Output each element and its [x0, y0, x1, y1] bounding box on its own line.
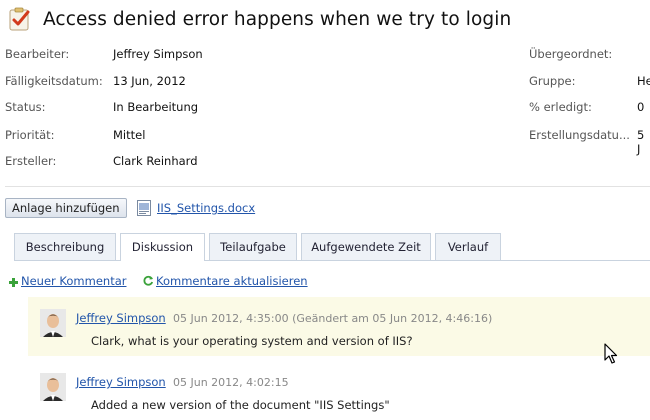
- priority-label: Priorität:: [5, 128, 55, 142]
- comment-timestamp: 05 Jun 2012, 4:35:00 (Geändert am 05 Jun…: [173, 312, 493, 325]
- status-value: In Bearbeitung: [113, 100, 199, 114]
- refresh-comments-link[interactable]: Kommentare aktualisieren: [156, 274, 308, 288]
- due-date-label: Fälligkeitsdatum:: [5, 74, 103, 88]
- mouse-cursor-icon: [604, 343, 618, 365]
- group-value: He: [637, 74, 650, 88]
- tab-bar: Beschreibung Diskussion Teilaufgabe Aufg…: [14, 233, 650, 261]
- comment-text: Added a new version of the document "IIS…: [91, 398, 390, 412]
- status-label: Status:: [5, 100, 46, 114]
- comment-text: Clark, what is your operating system and…: [91, 334, 413, 348]
- task-header: Access denied error happens when we try …: [7, 6, 511, 32]
- tab-verlauf[interactable]: Verlauf: [435, 233, 501, 260]
- comment-author-link[interactable]: Jeffrey Simpson: [76, 311, 166, 325]
- avatar: [40, 373, 66, 401]
- page-title: Access denied error happens when we try …: [43, 8, 512, 30]
- due-date-value: 13 Jun, 2012: [113, 74, 186, 88]
- percent-done-value: 0: [637, 100, 645, 114]
- created-date-label: Erstellungsdatu...: [529, 128, 630, 142]
- creator-value: Clark Reinhard: [113, 154, 198, 168]
- task-checklist-icon: [7, 6, 33, 32]
- parent-label: Übergeordnet:: [529, 47, 613, 61]
- divider: [5, 186, 650, 187]
- tab-beschreibung[interactable]: Beschreibung: [14, 233, 116, 260]
- created-date-value: 5 J: [637, 128, 645, 156]
- refresh-icon[interactable]: [143, 275, 154, 286]
- document-file-icon: [137, 200, 151, 216]
- creator-label: Ersteller:: [5, 154, 57, 168]
- new-comment-link[interactable]: Neuer Kommentar: [21, 274, 126, 288]
- assignee-label: Bearbeiter:: [5, 47, 70, 61]
- group-label: Gruppe:: [529, 74, 576, 88]
- comment-timestamp: 05 Jun 2012, 4:02:15: [173, 376, 289, 389]
- tab-diskussion[interactable]: Diskussion: [120, 233, 205, 261]
- percent-done-label: % erledigt:: [529, 100, 592, 114]
- tab-teilaufgabe[interactable]: Teilaufgabe: [209, 233, 297, 260]
- attachment-file-link[interactable]: IIS_Settings.docx: [157, 201, 255, 215]
- tab-aufgewendete-zeit[interactable]: Aufgewendete Zeit: [301, 233, 431, 260]
- avatar: [40, 309, 66, 337]
- plus-icon[interactable]: [9, 276, 18, 287]
- add-attachment-button[interactable]: Anlage hinzufügen: [5, 198, 127, 218]
- assignee-value: Jeffrey Simpson: [113, 47, 203, 61]
- comment-author-link[interactable]: Jeffrey Simpson: [76, 375, 166, 389]
- priority-value: Mittel: [113, 128, 146, 142]
